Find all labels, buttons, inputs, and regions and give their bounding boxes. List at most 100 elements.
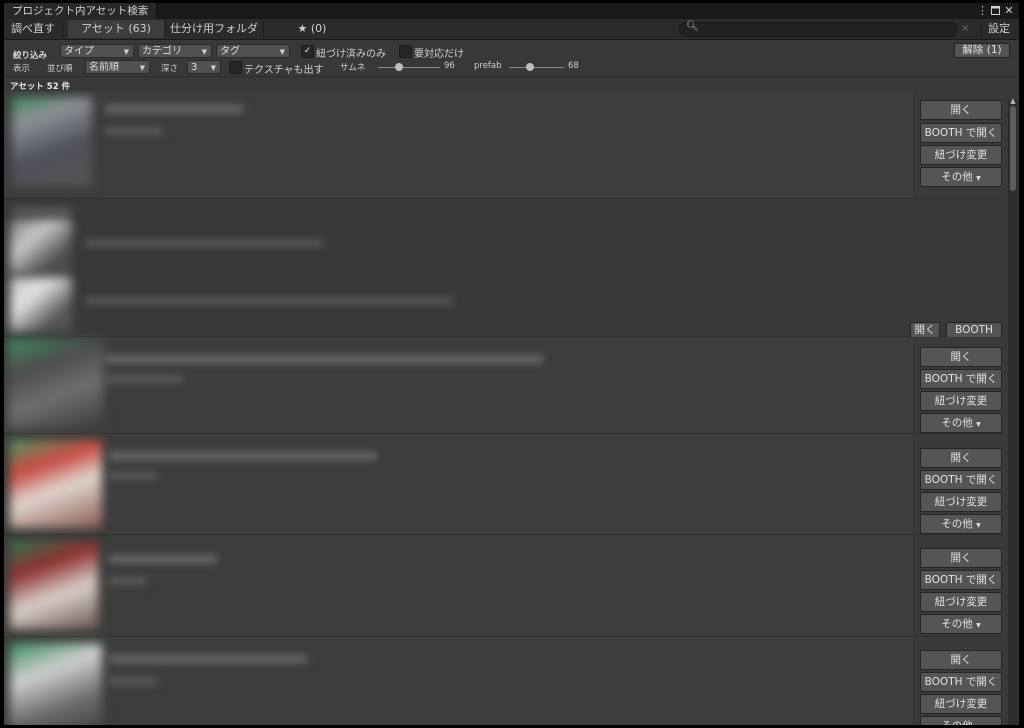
asset-thumbnail[interactable] [10, 440, 102, 528]
booth-open-button[interactable]: BOOTH で開く [920, 470, 1002, 490]
other-menu-button[interactable]: その他 ▼ [920, 614, 1002, 634]
prefab-open-button[interactable]: 開く [910, 322, 940, 338]
title-bar: プロジェクト内アセット検索 ⋮ ✕ [4, 3, 1019, 19]
prefab-booth-button[interactable]: BOOTH [946, 322, 1002, 338]
asset-card: 開く BOOTH で開く 紐づけ変更 その他 ▼ [4, 91, 1005, 199]
linked-only-checkbox[interactable]: ✓ [301, 45, 314, 58]
asset-meta-blurred [108, 472, 158, 480]
asset-card: 開く BOOTH 開く BOOTH [4, 199, 1004, 396]
asset-meta-blurred [108, 677, 158, 685]
prefab-name-blurred [84, 239, 324, 247]
tag-dropdown-value: タグ [220, 46, 240, 57]
thumb-size-slider-knob[interactable] [395, 63, 403, 71]
textures-label: テクスチャも出す [244, 65, 324, 76]
search-input[interactable]: 🔍︎ [679, 21, 957, 37]
linked-only-label: 紐づけ済みのみ [316, 49, 386, 60]
thumb-size-value: 96 [444, 61, 455, 71]
asset-name-blurred [108, 555, 218, 563]
other-menu-button[interactable]: その他 ▼ [920, 167, 1002, 187]
caret-down-icon: ▼ [976, 622, 981, 629]
asset-card: 開く BOOTH で開く 紐づけ変更 その他 ▼ [4, 637, 1005, 725]
asset-actions: 開く BOOTH で開く 紐づけ変更 その他 ▼ [914, 91, 1005, 198]
other-menu-button[interactable]: その他 ▼ [920, 716, 1002, 725]
tag-dropdown[interactable]: タグ ▼ [216, 44, 290, 58]
textures-checkbox[interactable] [229, 61, 242, 74]
asset-thumbnail[interactable] [10, 643, 102, 725]
asset-list: 開く BOOTH で開く 紐づけ変更 その他 ▼ 開く BOOTH 開く BOO… [4, 91, 1008, 725]
thumb-size-slider[interactable] [378, 67, 440, 68]
relink-button[interactable]: 紐づけ変更 [920, 391, 1002, 411]
scrollbar-thumb[interactable] [1010, 106, 1016, 191]
toolbar: 調べ直す アセット (63) 仕分け用フォルダ (0) ★ (0) 🔍︎ 設定 [4, 19, 1019, 53]
prefab-name-blurred [84, 297, 454, 305]
booth-open-button[interactable]: BOOTH で開く [920, 369, 1002, 389]
prefab-size-slider-knob[interactable] [526, 63, 534, 71]
prefab-thumbnail[interactable] [10, 219, 72, 274]
search-icon: 🔍︎ [686, 21, 699, 32]
tab-favorites[interactable]: ★ (0) [264, 20, 360, 38]
caret-down-icon: ▼ [976, 175, 981, 182]
chevron-down-icon: ▼ [210, 64, 216, 72]
rescan-button[interactable]: 調べ直す [4, 20, 63, 38]
asset-group-label-blurred [12, 207, 72, 215]
asset-name-blurred [108, 655, 308, 663]
open-button[interactable]: 開く [920, 100, 1002, 120]
booth-open-button[interactable]: BOOTH で開く [920, 123, 1002, 143]
other-menu-label: その他 [941, 518, 973, 530]
close-icon[interactable]: ✕ [1003, 3, 1015, 19]
relink-button[interactable]: 紐づけ変更 [920, 694, 1002, 714]
depth-dropdown[interactable]: 3 ▼ [187, 60, 221, 74]
clear-filters-button[interactable]: 解除 (1) [954, 43, 1010, 58]
chevron-down-icon: ▼ [279, 48, 285, 56]
sort-label: 並び順 [47, 64, 73, 74]
sort-dropdown[interactable]: 名前順 ▼ [85, 60, 150, 74]
list-scrollbar[interactable]: ▲ [1008, 97, 1018, 725]
prefab-thumbnail[interactable] [10, 277, 72, 332]
other-menu-label: その他 [941, 720, 973, 725]
relink-button[interactable]: 紐づけ変更 [920, 592, 1002, 612]
asset-name-blurred [104, 105, 244, 113]
open-button[interactable]: 開く [920, 548, 1002, 568]
filter-panel: 絞り込み タイプ ▼ カテゴリ ▼ タグ ▼ ✓ 紐づけ済みのみ 要対応だけ 解除 (… [4, 40, 1019, 77]
asset-thumbnail[interactable] [12, 97, 92, 187]
asset-actions: 開く BOOTH で開く 紐づけ変更 その他 ▼ [914, 337, 1005, 433]
asset-meta-blurred [104, 127, 164, 135]
relink-button[interactable]: 紐づけ変更 [920, 492, 1002, 512]
search-clear-icon[interactable]: × [961, 23, 969, 34]
asset-thumbnail[interactable] [8, 339, 104, 429]
caret-down-icon: ▼ [976, 421, 981, 428]
open-button[interactable]: 開く [920, 650, 1002, 670]
asset-card: 開く BOOTH で開く 紐づけ変更 その他 ▼ [4, 535, 1005, 637]
scroll-up-arrow-icon[interactable]: ▲ [1008, 97, 1018, 105]
open-button[interactable]: 開く [920, 347, 1002, 367]
open-button[interactable]: 開く [920, 448, 1002, 468]
other-menu-button[interactable]: その他 ▼ [920, 514, 1002, 534]
other-menu-label: その他 [941, 618, 973, 630]
category-dropdown[interactable]: カテゴリ ▼ [138, 44, 212, 58]
asset-actions: 開く BOOTH で開く 紐づけ変更 その他 ▼ [914, 637, 1005, 725]
other-menu-button[interactable]: その他 ▼ [920, 413, 1002, 433]
asset-actions: 開く BOOTH で開く 紐づけ変更 その他 ▼ [914, 535, 1005, 636]
asset-card: 開く BOOTH で開く 紐づけ変更 その他 ▼ [4, 337, 1005, 434]
asset-name-blurred [108, 452, 378, 460]
booth-open-button[interactable]: BOOTH で開く [920, 570, 1002, 590]
depth-label: 深さ [161, 64, 179, 74]
needs-fix-checkbox[interactable] [399, 45, 412, 58]
window-title-tab[interactable]: プロジェクト内アセット検索 [4, 3, 158, 19]
relink-button[interactable]: 紐づけ変更 [920, 145, 1002, 165]
kebab-menu-icon[interactable]: ⋮ [977, 3, 988, 19]
caret-down-icon: ▼ [976, 522, 981, 529]
prefab-size-slider[interactable] [509, 67, 564, 68]
needs-fix-label: 要対応だけ [414, 49, 464, 60]
settings-button[interactable]: 設定 [981, 20, 1016, 38]
booth-open-button[interactable]: BOOTH で開く [920, 672, 1002, 692]
tab-assets[interactable]: アセット (63) [68, 20, 164, 38]
sort-dropdown-value: 名前順 [89, 62, 119, 73]
chevron-down-icon: ▼ [201, 48, 207, 56]
type-dropdown[interactable]: タイプ ▼ [60, 44, 134, 58]
asset-thumbnail[interactable] [10, 541, 98, 629]
asset-meta-blurred [108, 577, 148, 585]
tab-sort-folders[interactable]: 仕分け用フォルダ (0) [166, 20, 262, 53]
other-menu-label: その他 [941, 171, 973, 183]
maximize-icon[interactable] [989, 3, 1001, 19]
